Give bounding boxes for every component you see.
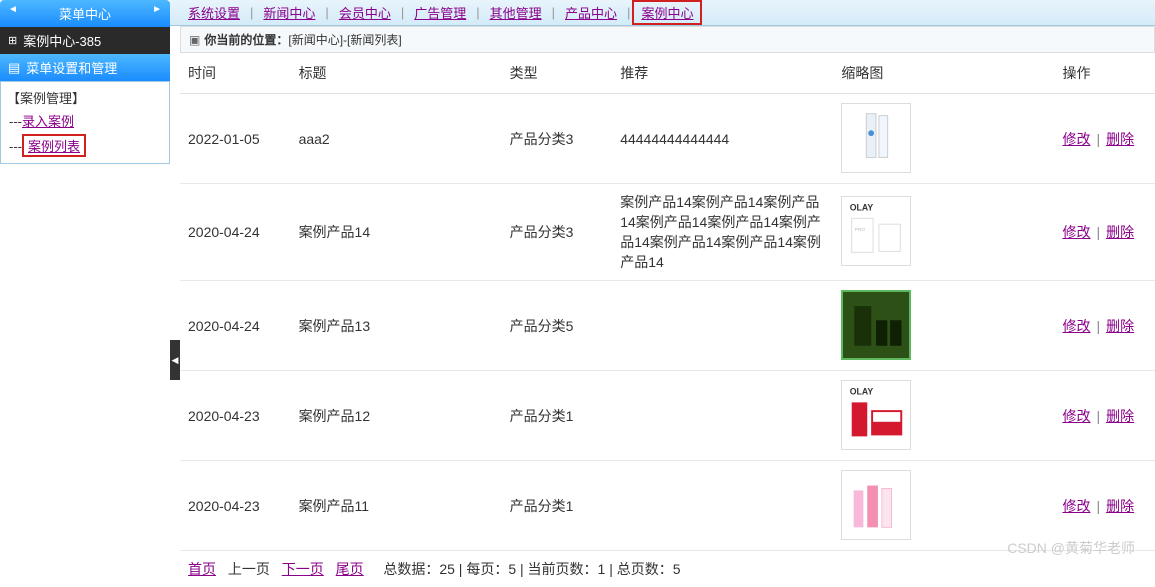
cell-time: 2022-01-05: [180, 94, 291, 184]
item-prefix: ---: [9, 114, 22, 129]
sidebar-group-label: 【案例管理】: [5, 86, 165, 109]
sidebar-menu-header: ▤ 菜单设置和管理: [0, 54, 170, 81]
cell-recommend: [612, 281, 833, 371]
top-nav: 系统设置| 新闻中心| 会员中心| 广告管理| 其他管理| 产品中心| 案例中心: [0, 0, 1155, 26]
cell-thumb: [833, 281, 1054, 371]
item-prefix: ---: [9, 139, 22, 154]
cell-type: 产品分类5: [502, 281, 613, 371]
sidebar-subtitle: ⊞ 案例中心-385: [0, 27, 170, 54]
cell-thumb: [833, 94, 1054, 184]
cell-recommend: [612, 371, 833, 461]
delete-link[interactable]: 删除: [1106, 498, 1134, 514]
thumbnail-image: [841, 470, 911, 540]
table-row: 2022-01-05aaa2产品分类344444444444444 修改|删除: [180, 94, 1155, 184]
svg-text:OLAY: OLAY: [850, 203, 874, 213]
sidebar-title: 菜单中心: [0, 0, 170, 27]
thumbnail-image: OLAY: [841, 380, 911, 450]
page-prev: 上一页: [228, 561, 270, 577]
cell-recommend: [612, 461, 833, 551]
sidebar: 菜单中心 ⊞ 案例中心-385 ▤ 菜单设置和管理 【案例管理】 ---录入案例…: [0, 0, 170, 164]
cell-thumb: OLAY: [833, 371, 1054, 461]
edit-link[interactable]: 修改: [1062, 131, 1090, 147]
thumbnail-image: [841, 290, 911, 360]
page-stats: 总数据：25 | 每页：5 | 当前页数：1 | 总页数：5: [383, 561, 680, 577]
svg-text:OLAY: OLAY: [850, 386, 874, 396]
cell-type: 产品分类3: [502, 184, 613, 281]
page-first[interactable]: 首页: [188, 561, 216, 577]
thumbnail-image: OLAY PRO: [841, 196, 911, 266]
nav-product-center[interactable]: 产品中心: [557, 1, 625, 24]
cell-thumb: OLAY PRO: [833, 184, 1054, 281]
grid-icon: ⊞: [8, 34, 17, 47]
table-row: 2020-04-23案例产品11产品分类1 修改|删除: [180, 461, 1155, 551]
nav-news-center[interactable]: 新闻中心: [255, 1, 323, 24]
header-title: 标题: [291, 53, 502, 94]
cell-actions: 修改|删除: [1054, 371, 1155, 461]
cell-title: 案例产品14: [291, 184, 502, 281]
sidebar-item-case-list[interactable]: ---案例列表: [5, 132, 165, 159]
edit-link[interactable]: 修改: [1062, 408, 1090, 424]
header-recommend: 推荐: [612, 53, 833, 94]
cell-actions: 修改|删除: [1054, 281, 1155, 371]
pagination: 首页 上一页 下一页 尾页 总数据：25 | 每页：5 | 当前页数：1 | 总…: [180, 551, 1155, 587]
nav-ad-management[interactable]: 广告管理: [406, 1, 474, 24]
cell-title: 案例产品11: [291, 461, 502, 551]
document-icon: ▣: [189, 33, 200, 47]
page-last[interactable]: 尾页: [336, 561, 364, 577]
cell-type: 产品分类1: [502, 371, 613, 461]
header-thumb: 缩略图: [833, 53, 1054, 94]
delete-link[interactable]: 删除: [1106, 131, 1134, 147]
delete-link[interactable]: 删除: [1106, 318, 1134, 334]
delete-link[interactable]: 删除: [1106, 224, 1134, 240]
nav-system-settings[interactable]: 系统设置: [180, 1, 248, 24]
nav-other-management[interactable]: 其他管理: [482, 1, 550, 24]
nav-member-center[interactable]: 会员中心: [331, 1, 399, 24]
list-icon: ▤: [8, 60, 20, 76]
header-type: 类型: [502, 53, 613, 94]
sidebar-subtitle-text: 案例中心-385: [23, 31, 101, 50]
cell-recommend: 44444444444444: [612, 94, 833, 184]
cell-actions: 修改|删除: [1054, 461, 1155, 551]
cell-title: 案例产品13: [291, 281, 502, 371]
cell-type: 产品分类3: [502, 94, 613, 184]
sidebar-item-add-case[interactable]: ---录入案例: [5, 109, 165, 132]
sidebar-link-add[interactable]: 录入案例: [22, 114, 74, 129]
thumbnail-image: [841, 103, 911, 173]
cell-time: 2020-04-23: [180, 371, 291, 461]
table-header-row: 时间 标题 类型 推荐 缩略图 操作: [180, 53, 1155, 94]
table-row: 2020-04-24案例产品13产品分类5 修改|删除: [180, 281, 1155, 371]
cell-title: aaa2: [291, 94, 502, 184]
sidebar-body: 【案例管理】 ---录入案例 ---案例列表: [0, 81, 170, 164]
edit-link[interactable]: 修改: [1062, 498, 1090, 514]
nav-case-center[interactable]: 案例中心: [632, 0, 702, 25]
cell-recommend: 案例产品14案例产品14案例产品14案例产品14案例产品14案例产品14案例产品…: [612, 184, 833, 281]
header-action: 操作: [1054, 53, 1155, 94]
case-table: 时间 标题 类型 推荐 缩略图 操作 2022-01-05aaa2产品分类344…: [180, 53, 1155, 551]
edit-link[interactable]: 修改: [1062, 224, 1090, 240]
cell-time: 2020-04-24: [180, 281, 291, 371]
breadcrumb-label: 你当前的位置：: [204, 31, 288, 48]
cell-actions: 修改|删除: [1054, 94, 1155, 184]
edit-link[interactable]: 修改: [1062, 318, 1090, 334]
table-row: 2020-04-24案例产品14产品分类3案例产品14案例产品14案例产品14案…: [180, 184, 1155, 281]
sidebar-menu-header-text: 菜单设置和管理: [26, 58, 117, 77]
breadcrumb: ▣ 你当前的位置： [新闻中心]-[新闻列表]: [180, 26, 1155, 53]
table-row: 2020-04-23案例产品12产品分类1 OLAY 修改|删除: [180, 371, 1155, 461]
breadcrumb-path: [新闻中心]-[新闻列表]: [288, 31, 401, 48]
delete-link[interactable]: 删除: [1106, 408, 1134, 424]
sidebar-collapse-handle[interactable]: ◀: [170, 340, 180, 380]
cell-thumb: [833, 461, 1054, 551]
svg-text:PRO: PRO: [855, 227, 866, 233]
cell-time: 2020-04-23: [180, 461, 291, 551]
cell-type: 产品分类1: [502, 461, 613, 551]
sidebar-link-list[interactable]: 案例列表: [22, 134, 86, 157]
cell-title: 案例产品12: [291, 371, 502, 461]
page-next[interactable]: 下一页: [282, 561, 324, 577]
cell-time: 2020-04-24: [180, 184, 291, 281]
main-content: 时间 标题 类型 推荐 缩略图 操作 2022-01-05aaa2产品分类344…: [180, 53, 1155, 587]
header-time: 时间: [180, 53, 291, 94]
cell-actions: 修改|删除: [1054, 184, 1155, 281]
